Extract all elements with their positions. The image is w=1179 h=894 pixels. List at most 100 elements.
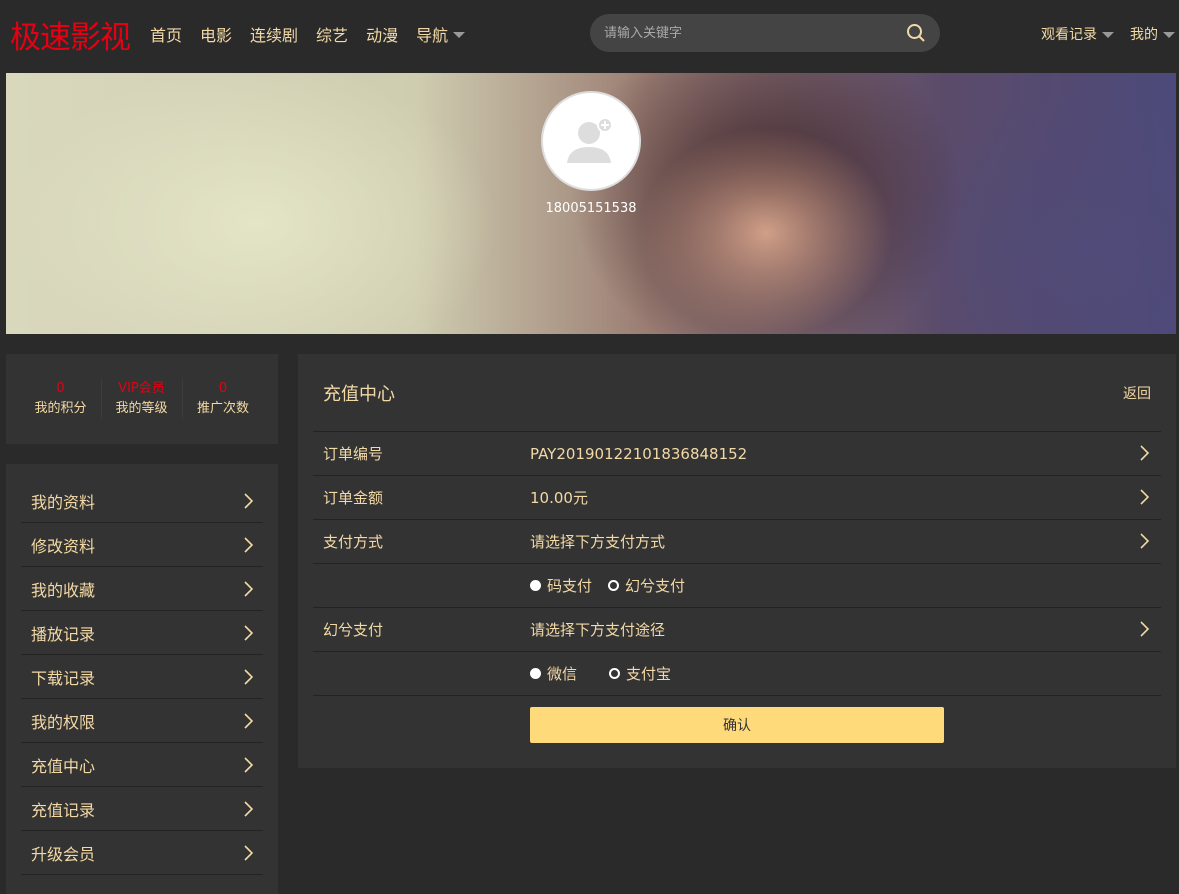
channel-options: 微信 支付宝 xyxy=(530,663,687,684)
menu-item-permissions[interactable]: 我的权限 xyxy=(21,699,263,743)
menu-item-label: 修改资料 xyxy=(31,536,96,556)
order-amount-value: 10.00元 xyxy=(530,489,588,507)
user-menu: 我的资料 修改资料 我的收藏 播放记录 下载记录 我的权限 充值中心 充值记录 … xyxy=(6,464,278,894)
radio-label: 微信 xyxy=(547,665,578,683)
menu-item-label: 播放记录 xyxy=(31,624,96,644)
nav-movie[interactable]: 电影 xyxy=(200,22,232,46)
channel-row: 幻兮支付 请选择下方支付途径 xyxy=(313,608,1161,652)
radio-label: 码支付 xyxy=(547,577,593,595)
menu-item-recharge[interactable]: 充值中心 xyxy=(21,743,263,787)
caret-down-icon xyxy=(1102,32,1114,38)
mine-menu[interactable]: 我的 xyxy=(1130,24,1175,44)
pay-method-options: 码支付 幻兮支付 xyxy=(530,575,701,596)
stat-promotions: 0 推广次数 xyxy=(183,379,264,419)
radio-unselected-icon xyxy=(609,668,621,679)
confirm-button[interactable]: 确认 xyxy=(530,707,944,743)
chevron-right-icon xyxy=(1140,445,1149,461)
order-number-value: PAY20190122101836848152 xyxy=(530,444,748,463)
stat-label: 我的积分 xyxy=(34,401,87,416)
caret-down-icon xyxy=(1163,32,1175,38)
radio-selected-icon xyxy=(530,668,541,679)
chevron-right-icon xyxy=(244,580,253,597)
search-box xyxy=(590,14,940,52)
menu-item-label: 充值记录 xyxy=(31,800,96,820)
menu-item-upgrade[interactable]: 升级会员 xyxy=(21,831,263,875)
chevron-right-icon xyxy=(1140,621,1149,637)
user-avatar-icon xyxy=(567,117,613,163)
avatar[interactable] xyxy=(541,91,641,191)
menu-item-profile[interactable]: 我的资料 xyxy=(21,479,263,523)
pay-method-hint: 请选择下方支付方式 xyxy=(530,533,666,551)
user-stats: 0 我的积分 VIP会员 我的等级 0 推广次数 xyxy=(6,354,278,444)
chevron-right-icon xyxy=(244,668,253,685)
order-number-label: 订单编号 xyxy=(323,445,384,463)
stat-label: 我的等级 xyxy=(115,401,168,416)
caret-down-icon xyxy=(453,32,466,38)
radio-label: 幻兮支付 xyxy=(625,577,686,595)
menu-item-label: 充值中心 xyxy=(31,756,96,776)
nav-guide-label: 导航 xyxy=(416,26,449,45)
chevron-right-icon xyxy=(244,624,253,641)
chevron-right-icon xyxy=(244,756,253,773)
order-amount-row: 订单金额 10.00元 xyxy=(313,476,1161,520)
menu-item-favorites[interactable]: 我的收藏 xyxy=(21,567,263,611)
back-link[interactable]: 返回 xyxy=(1123,383,1151,403)
pay-method-row: 支付方式 请选择下方支付方式 xyxy=(313,520,1161,564)
panel-title: 充值中心 xyxy=(323,383,395,405)
stat-level: VIP会员 我的等级 xyxy=(102,379,183,419)
radio-label: 支付宝 xyxy=(626,665,672,683)
menu-item-downloads[interactable]: 下载记录 xyxy=(21,655,263,699)
radio-selected-icon xyxy=(530,580,541,591)
nav-variety[interactable]: 综艺 xyxy=(316,22,348,46)
pay-method-radio-huanxi[interactable]: 幻兮支付 xyxy=(608,575,685,596)
stat-value: 0 xyxy=(218,381,228,396)
menu-item-label: 升级会员 xyxy=(31,844,96,864)
chevron-right-icon xyxy=(1140,533,1149,549)
site-logo[interactable]: 极速影视 xyxy=(10,12,131,57)
profile-banner: 18005151538 xyxy=(6,73,1176,334)
order-amount-label: 订单金额 xyxy=(323,489,384,507)
header-right: 观看记录 我的 xyxy=(1041,24,1175,44)
search-icon[interactable] xyxy=(906,23,926,47)
stat-value: VIP会员 xyxy=(118,381,165,396)
pay-method-options-row: 码支付 幻兮支付 xyxy=(313,564,1161,608)
channel-options-row: 微信 支付宝 xyxy=(313,652,1161,696)
stat-points: 0 我的积分 xyxy=(21,379,102,419)
recharge-panel: 充值中心 返回 订单编号 PAY20190122101836848152 订单金… xyxy=(298,354,1176,768)
chevron-right-icon xyxy=(244,800,253,817)
header: 极速影视 首页 电影 连续剧 综艺 动漫 导航 观看记录 我的 xyxy=(0,0,1179,66)
stat-value: 0 xyxy=(56,381,65,396)
main-nav: 首页 电影 连续剧 综艺 动漫 导航 xyxy=(150,22,466,46)
stat-label: 推广次数 xyxy=(196,401,249,416)
menu-item-edit-profile[interactable]: 修改资料 xyxy=(21,523,263,567)
menu-item-label: 下载记录 xyxy=(31,668,96,688)
pay-method-radio-code[interactable]: 码支付 xyxy=(530,575,592,596)
menu-item-label: 我的收藏 xyxy=(31,580,96,600)
chevron-right-icon xyxy=(1140,489,1149,505)
channel-radio-alipay[interactable]: 支付宝 xyxy=(609,663,671,684)
nav-anime[interactable]: 动漫 xyxy=(366,22,398,46)
menu-item-recharge-history[interactable]: 充值记录 xyxy=(21,787,263,831)
chevron-right-icon xyxy=(244,844,253,861)
channel-radio-wechat[interactable]: 微信 xyxy=(530,663,577,684)
chevron-right-icon xyxy=(244,536,253,553)
nav-guide[interactable]: 导航 xyxy=(416,22,466,46)
channel-label: 幻兮支付 xyxy=(323,621,384,639)
search-input[interactable] xyxy=(604,14,894,52)
username: 18005151538 xyxy=(545,201,637,216)
nav-home[interactable]: 首页 xyxy=(150,22,182,46)
order-number-row: 订单编号 PAY20190122101836848152 xyxy=(313,432,1161,476)
menu-item-play-history[interactable]: 播放记录 xyxy=(21,611,263,655)
radio-unselected-icon xyxy=(608,580,620,591)
channel-hint: 请选择下方支付途径 xyxy=(530,621,666,639)
chevron-right-icon xyxy=(244,492,253,509)
mine-label: 我的 xyxy=(1130,27,1158,43)
pay-method-label: 支付方式 xyxy=(323,533,384,551)
watch-history-menu[interactable]: 观看记录 xyxy=(1041,24,1114,44)
nav-series[interactable]: 连续剧 xyxy=(250,22,298,46)
menu-item-label: 我的资料 xyxy=(31,492,96,512)
panel-header: 充值中心 返回 xyxy=(313,354,1161,432)
menu-item-label: 我的权限 xyxy=(31,712,96,732)
watch-history-label: 观看记录 xyxy=(1041,27,1097,43)
chevron-right-icon xyxy=(244,712,253,729)
